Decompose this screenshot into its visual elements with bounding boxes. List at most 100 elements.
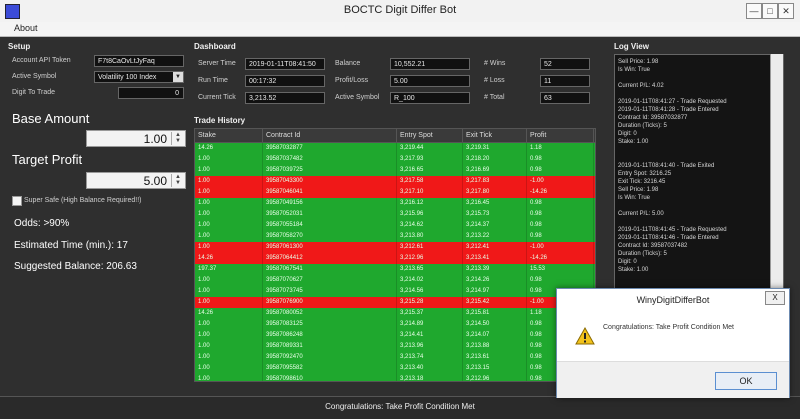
table-row[interactable]: 197.37 39587067541 3,213.65 3,213.39 15.53 [195, 264, 595, 275]
suggested-balance-text: Suggested Balance: 206.63 [14, 261, 137, 272]
cell-exit-tick: 3,218.20 [463, 154, 527, 165]
maximize-button[interactable]: □ [762, 3, 778, 19]
col-stake[interactable]: Stake [195, 129, 263, 142]
table-row[interactable]: 1.00 39587073745 3,214.56 3,214.97 0.98 [195, 286, 595, 297]
balance-field: 10,552.21 [390, 58, 470, 70]
table-row[interactable]: 1.00 39587070627 3,214.02 3,214.26 0.98 [195, 275, 595, 286]
table-row[interactable]: 1.00 39587098610 3,213.18 3,212.96 0.98 [195, 374, 595, 381]
cell-exit-tick: 3,217.80 [463, 187, 527, 198]
target-profit-stepper[interactable]: 5.00 ▲ ▼ [86, 172, 186, 189]
table-row[interactable]: 1.00 39587055184 3,214.62 3,214.37 0.98 [195, 220, 595, 231]
col-exit-tick[interactable]: Exit Tick [463, 129, 527, 142]
table-row[interactable]: 1.00 39587037482 3,217.93 3,218.20 0.98 [195, 154, 595, 165]
cell-contract-id: 39587039725 [263, 165, 397, 176]
cell-profit: 0.98 [527, 220, 594, 231]
total-field: 63 [540, 92, 590, 104]
table-row[interactable]: 1.00 39587076900 3,215.28 3,215.42 -1.00 [195, 297, 595, 308]
cell-entry-spot: 3,216.12 [397, 198, 463, 209]
chevron-down-icon[interactable]: ▼ [173, 72, 183, 82]
log-line: Sell Price: 1.98 [618, 187, 659, 193]
cell-stake: 1.00 [195, 352, 263, 363]
cell-exit-tick: 3,212.41 [463, 242, 527, 253]
cell-entry-spot: 3,214.02 [397, 275, 463, 286]
table-row[interactable]: 1.00 39587095582 3,213.40 3,213.15 0.98 [195, 363, 595, 374]
table-row[interactable]: 1.00 39587046041 3,217.10 3,217.80 -14.26 [195, 187, 595, 198]
cell-contract-id: 39587064412 [263, 253, 397, 264]
table-row[interactable]: 1.00 39587058270 3,213.80 3,213.22 0.98 [195, 231, 595, 242]
dashboard-title: Dashboard [194, 42, 236, 51]
table-row[interactable]: 1.00 39587052031 3,215.96 3,215.73 0.98 [195, 209, 595, 220]
table-row[interactable]: 14.26 39587032877 3,219.44 3,219.31 1.18 [195, 143, 595, 154]
table-row[interactable]: 1.00 39587083125 3,214.89 3,214.50 0.98 [195, 319, 595, 330]
dialog-title: WinyDigitDifferBot [636, 295, 710, 305]
log-line: Current P/L: 5.00 [618, 211, 664, 217]
super-safe-checkbox[interactable] [12, 196, 22, 206]
table-row[interactable]: 1.00 39587039725 3,216.65 3,216.69 0.98 [195, 165, 595, 176]
cell-entry-spot: 3,214.41 [397, 330, 463, 341]
base-amount-value: 1.00 [143, 132, 167, 146]
cell-exit-tick: 3,213.61 [463, 352, 527, 363]
odds-text: Odds: >90% [14, 218, 70, 229]
setup-title: Setup [8, 42, 31, 51]
spinner-arrows-icon[interactable]: ▲ ▼ [171, 132, 184, 145]
table-row[interactable]: 1.00 39587086248 3,214.41 3,214.07 0.98 [195, 330, 595, 341]
cell-contract-id: 39587095582 [263, 363, 397, 374]
digit-input[interactable]: 0 [118, 87, 184, 99]
close-button[interactable]: ✕ [778, 3, 794, 19]
log-line: Duration (Ticks): 5 [618, 123, 667, 129]
table-row[interactable]: 14.26 39587080052 3,215.37 3,215.81 1.18 [195, 308, 595, 319]
ok-button[interactable]: OK [715, 372, 777, 390]
base-amount-stepper[interactable]: 1.00 ▲ ▼ [86, 130, 186, 147]
col-profit[interactable]: Profit [527, 129, 594, 142]
cell-contract-id: 39587061300 [263, 242, 397, 253]
cell-contract-id: 39587080052 [263, 308, 397, 319]
log-line: Contract Id: 39587037482 [618, 243, 688, 249]
cell-exit-tick: 3,213.39 [463, 264, 527, 275]
run-time-field: 00:17:32 [245, 75, 325, 87]
menu-about[interactable]: About [14, 23, 38, 33]
log-view-title: Log View [614, 42, 649, 51]
table-row[interactable]: 1.00 39587092470 3,213.74 3,213.61 0.98 [195, 352, 595, 363]
status-bar: Congratulations: Take Profit Condition M… [0, 396, 800, 419]
cell-contract-id: 39587037482 [263, 154, 397, 165]
api-token-input[interactable]: F7t8CaOvLtJyFaq [94, 55, 184, 67]
message-dialog: WinyDigitDifferBot X Congratulations: Ta… [556, 288, 790, 398]
cell-contract-id: 39587055184 [263, 220, 397, 231]
active-symbol-field: R_100 [390, 92, 470, 104]
balance-label: Balance [335, 60, 361, 67]
base-amount-label: Base Amount [12, 111, 90, 126]
spinner-arrows-icon[interactable]: ▲ ▼ [171, 174, 184, 187]
cell-stake: 1.00 [195, 319, 263, 330]
total-label: # Total [484, 94, 505, 101]
table-row[interactable]: 1.00 39587043300 3,217.58 3,217.83 -1.00 [195, 176, 595, 187]
log-line: 2019-01-11T08:41:46 - Trade Entered [618, 235, 719, 241]
table-row[interactable]: 1.00 39587049156 3,216.12 3,216.45 0.98 [195, 198, 595, 209]
log-line: Digit: 0 [618, 259, 637, 265]
cell-contract-id: 39587092470 [263, 352, 397, 363]
cell-exit-tick: 3,213.15 [463, 363, 527, 374]
status-message: Congratulations: Take Profit Condition M… [325, 402, 475, 411]
cell-contract-id: 39587089331 [263, 341, 397, 352]
table-row[interactable]: 1.00 39587061300 3,212.61 3,212.41 -1.00 [195, 242, 595, 253]
log-line: Stake: 1.00 [618, 267, 649, 273]
dialog-close-button[interactable]: X [765, 291, 785, 305]
col-entry-spot[interactable]: Entry Spot [397, 129, 463, 142]
title-bar: BOCTC Digit Differ Bot — □ ✕ [0, 0, 800, 23]
cell-entry-spot: 3,219.44 [397, 143, 463, 154]
table-row[interactable]: 1.00 39587089331 3,213.96 3,213.88 0.98 [195, 341, 595, 352]
cell-contract-id: 39587076900 [263, 297, 397, 308]
cell-profit: 0.98 [527, 275, 594, 286]
log-line: Duration (Ticks): 5 [618, 251, 667, 257]
minimize-button[interactable]: — [746, 3, 762, 19]
symbol-label: Active Symbol [12, 73, 57, 80]
log-line: 2019-01-11T08:41:27 - Trade Requested [618, 99, 727, 105]
cell-contract-id: 39587098610 [263, 374, 397, 381]
trade-history-table[interactable]: Stake Contract Id Entry Spot Exit Tick P… [194, 128, 596, 382]
cell-stake: 14.26 [195, 308, 263, 319]
symbol-select[interactable]: Volatility 100 Index ▼ [94, 71, 184, 83]
cell-exit-tick: 3,214.07 [463, 330, 527, 341]
table-row[interactable]: 14.26 39587064412 3,212.96 3,213.41 -14.26 [195, 253, 595, 264]
dialog-message: Congratulations: Take Profit Condition M… [603, 324, 734, 331]
target-profit-value: 5.00 [143, 174, 167, 188]
col-contract-id[interactable]: Contract Id [263, 129, 397, 142]
